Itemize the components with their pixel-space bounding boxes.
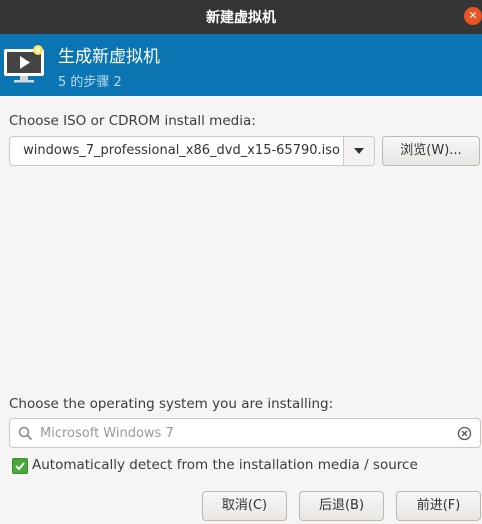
forward-button[interactable]: 前进(F): [396, 491, 481, 521]
install-media-input[interactable]: windows_7_professional_x86_dvd_x15-65790…: [23, 143, 340, 158]
wizard-step-indicator: 5 的步骤 2: [58, 75, 122, 90]
autodetect-checkbox[interactable]: [12, 458, 28, 474]
wizard-header: 生成新虚拟机 5 的步骤 2: [0, 34, 482, 96]
dropdown-button[interactable]: [343, 137, 374, 165]
os-search-placeholder: Microsoft Windows 7: [40, 426, 174, 441]
back-button[interactable]: 后退(B): [299, 491, 384, 521]
autodetect-label[interactable]: Automatically detect from the installati…: [32, 457, 418, 473]
os-label: Choose the operating system you are inst…: [9, 396, 334, 412]
chevron-down-icon: [354, 148, 364, 154]
os-search-input[interactable]: Microsoft Windows 7: [9, 418, 481, 448]
search-icon: [18, 426, 33, 441]
window-titlebar: 新建虚拟机 ✕: [0, 0, 482, 34]
cancel-button[interactable]: 取消(C): [202, 491, 287, 521]
checkmark-icon: [15, 462, 25, 471]
clear-icon[interactable]: [457, 426, 472, 441]
install-media-label: Choose ISO or CDROM install media:: [9, 113, 256, 129]
install-media-combobox[interactable]: windows_7_professional_x86_dvd_x15-65790…: [9, 136, 375, 166]
virtual-machine-monitor-icon: [4, 45, 44, 83]
window-title: 新建虚拟机: [206, 10, 276, 26]
browse-button[interactable]: 浏览(W)...: [382, 136, 480, 166]
close-icon[interactable]: ✕: [464, 7, 482, 25]
wizard-title: 生成新虚拟机: [58, 47, 160, 67]
